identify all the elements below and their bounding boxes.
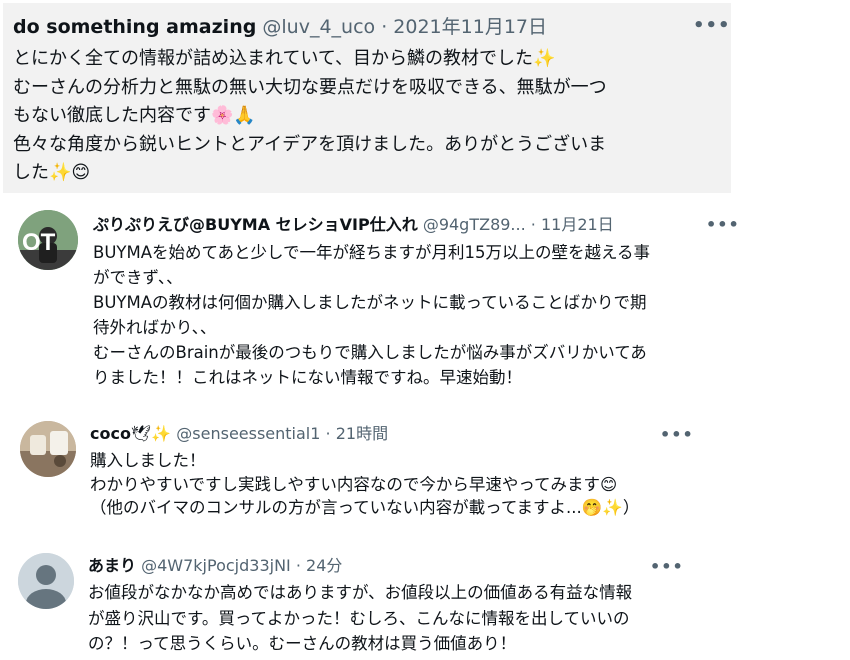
tweet-text-line: が盛り沢山です。買ってよかった！むしろ、こんなに情報を出していいの xyxy=(88,608,630,628)
default-avatar-icon xyxy=(18,553,74,609)
name-emoji: 🕊✨ xyxy=(130,424,172,443)
user-handle[interactable]: @senseessential1 xyxy=(176,424,320,443)
more-options-icon[interactable]: ••• xyxy=(650,557,684,576)
avatar[interactable]: OT xyxy=(18,210,78,270)
avatar[interactable] xyxy=(20,421,76,477)
tweet-text-line: 購入しました！ xyxy=(90,451,206,470)
tweet-text-line: むーさんの分析力と無駄の無い大切な要点だけを吸収できる、無駄が一つ xyxy=(13,76,607,98)
separator-dot: · xyxy=(325,424,331,443)
separator-dot: · xyxy=(530,215,536,234)
tweet-text: BUYMAを始めてあと少しで一年が経ちますが月利15万以上の壁を越える事 ができ… xyxy=(93,240,650,390)
tweet-text-line: （他のバイマのコンサルの方が言っていない内容が載ってますよ...🤭✨） xyxy=(90,498,640,517)
user-name[interactable]: do something amazing xyxy=(13,16,256,38)
tweet-1[interactable]: do something amazing @luv_4_uco · 2021年1… xyxy=(3,3,731,193)
avatar[interactable] xyxy=(18,553,74,609)
tweet-text: とにかく全ての情報が詰め込まれていて、目から鱗の教材でした✨ むーさんの分析力と… xyxy=(13,45,723,188)
tweet-header: あまり @4W7kjPocjd33jNI · 24分 xyxy=(88,555,342,577)
more-options-icon[interactable]: ••• xyxy=(693,15,731,36)
timestamp[interactable]: 2021年11月17日 xyxy=(393,16,547,38)
tweet-text: 購入しました！ わかりやすいですし実践しやすい内容なので今から早速やってみます😊… xyxy=(90,449,639,520)
tweet-text-line: の？！って思うくらい。むーさんの教材は買う価値あり！ xyxy=(88,634,517,653)
tweet-text-line: ができず、、 xyxy=(93,268,183,287)
tweet-header: ぷりぷりえび@BUYMA セレショVIP仕入れ @94gTZ89... · 11… xyxy=(93,214,614,236)
tweet-text-line: むーさんのBrainが最後のつもりで購入しましたが悩み事がズバリかいてあ xyxy=(93,343,647,362)
avatar-text: OT xyxy=(22,229,56,256)
tweet-text: お値段がなかなか高めではありますが、お値段以上の価値ある有益な情報 が盛り沢山で… xyxy=(88,580,632,657)
timestamp[interactable]: 21時間 xyxy=(336,424,388,443)
avatar-image: OT xyxy=(18,210,78,270)
separator-dot: · xyxy=(295,556,301,575)
user-name[interactable]: coco xyxy=(90,424,131,443)
tweet-text-line: わかりやすいですし実践しやすい内容なので今から早速やってみます😊 xyxy=(90,474,618,494)
tweet-text-line: BUYMAを始めてあと少しで一年が経ちますが月利15万以上の壁を越える事 xyxy=(93,243,651,262)
more-options-icon[interactable]: ••• xyxy=(706,215,740,234)
tweet-text-line: お値段がなかなか高めではありますが、お値段以上の価値ある有益な情報 xyxy=(88,583,633,602)
timestamp[interactable]: 24分 xyxy=(306,556,342,575)
avatar-image xyxy=(20,421,76,477)
user-name[interactable]: ぷりぷりえび@BUYMA セレショVIP仕入れ xyxy=(93,215,418,234)
tweet-text-line: 色々な角度から鋭いヒントとアイデアを頂けました。ありがとうございま xyxy=(13,133,607,155)
user-handle[interactable]: @4W7kjPocjd33jNI xyxy=(141,556,291,575)
tweet-text-line: とにかく全ての情報が詰め込まれていて、目から鱗の教材でした✨ xyxy=(13,48,556,69)
tweet-text-line: りました！！これはネットにない情報ですね。早速始動！ xyxy=(93,368,522,387)
timestamp[interactable]: 11月21日 xyxy=(541,215,614,234)
tweet-text-line: BUYMAの教材は何個か購入しましたがネットに載っていることばかりで期 xyxy=(93,293,647,312)
separator-dot: · xyxy=(381,16,388,38)
tweet-text-line: もない徹底した内容です🌸🙏 xyxy=(13,105,256,126)
more-options-icon[interactable]: ••• xyxy=(660,425,694,444)
tweet-text-line: した✨😊 xyxy=(13,162,91,183)
tweet-header: do something amazing @luv_4_uco · 2021年1… xyxy=(13,15,547,39)
tweet-text-line: 待外ればかり、、 xyxy=(93,318,217,337)
user-handle[interactable]: @luv_4_uco xyxy=(262,16,375,38)
user-handle[interactable]: @94gTZ89... xyxy=(423,215,526,234)
tweet-header: coco🕊✨ @senseessential1 · 21時間 xyxy=(90,423,388,445)
user-name[interactable]: あまり xyxy=(88,556,136,575)
